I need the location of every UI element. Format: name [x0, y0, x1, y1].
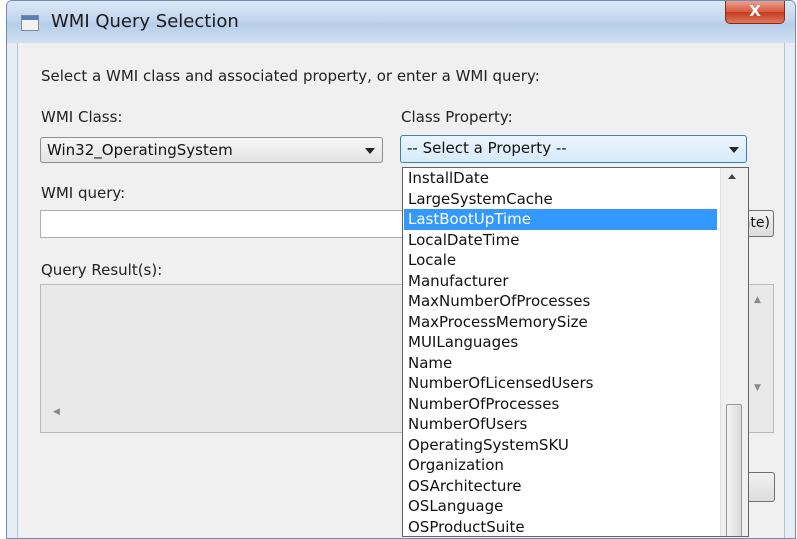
property-option[interactable]: OSArchitecture — [404, 476, 717, 497]
property-option[interactable]: LocalDateTime — [404, 230, 717, 251]
class-property-label: Class Property: — [401, 108, 513, 126]
property-option[interactable]: OperatingSystemSKU — [404, 435, 717, 456]
instructions-text: Select a WMI class and associated proper… — [41, 67, 540, 85]
wmi-class-select[interactable]: Win32_OperatingSystem — [40, 137, 383, 163]
title-bar[interactable]: WMI Query Selection X — [7, 1, 795, 43]
chevron-down-icon — [365, 148, 375, 154]
wmi-query-label: WMI query: — [41, 184, 126, 202]
scroll-up-icon[interactable]: ▲ — [754, 295, 761, 305]
property-option[interactable]: Organization — [404, 455, 717, 476]
property-option[interactable]: MaxProcessMemorySize — [404, 312, 717, 333]
property-option[interactable]: NumberOfLicensedUsers — [404, 373, 717, 394]
close-button[interactable]: X — [725, 1, 785, 24]
wmi-class-value: Win32_OperatingSystem — [47, 141, 233, 159]
class-property-dropdown-list[interactable]: InstallDate LargeSystemCache LastBootUpT… — [402, 167, 749, 537]
class-property-select[interactable]: -- Select a Property -- — [400, 135, 747, 163]
property-option[interactable]: Manufacturer — [404, 271, 717, 292]
property-option[interactable]: OSProductSuite — [404, 517, 717, 537]
wmi-class-label: WMI Class: — [41, 108, 123, 126]
property-option[interactable]: MUILanguages — [404, 332, 717, 353]
window-title: WMI Query Selection — [51, 11, 239, 32]
scroll-up-icon[interactable] — [728, 174, 736, 179]
property-option[interactable]: Locale — [404, 250, 717, 271]
property-option[interactable]: LargeSystemCache — [404, 189, 717, 210]
property-option[interactable]: InstallDate — [404, 168, 717, 189]
app-window-icon — [21, 15, 39, 31]
property-option[interactable]: NumberOfProcesses — [404, 394, 717, 415]
class-property-value: -- Select a Property -- — [407, 139, 567, 157]
property-option-highlighted[interactable]: LastBootUpTime — [404, 209, 717, 230]
chevron-down-icon — [729, 147, 739, 153]
scroll-down-icon[interactable]: ▼ — [754, 383, 761, 393]
property-option[interactable]: OSLanguage — [404, 496, 717, 517]
wmi-query-input[interactable] — [40, 210, 404, 238]
scroll-left-icon[interactable]: ◀ — [53, 407, 60, 417]
scrollbar-thumb[interactable] — [726, 404, 742, 536]
property-option[interactable]: NumberOfUsers — [404, 414, 717, 435]
query-results-label: Query Result(s): — [41, 261, 163, 279]
property-option[interactable]: Name — [404, 353, 717, 374]
dropdown-scrollbar[interactable] — [720, 168, 748, 536]
property-option[interactable]: MaxNumberOfProcesses — [404, 291, 717, 312]
